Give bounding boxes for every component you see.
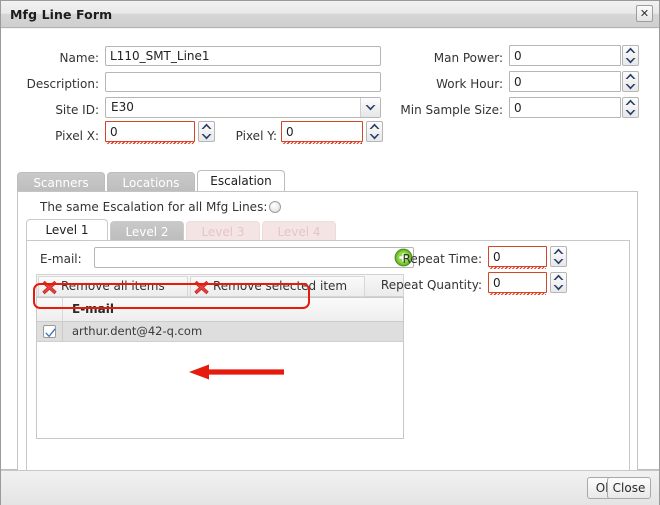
same-escalation-label: The same Escalation for all Mfg Lines: <box>40 200 268 214</box>
remove-all-items-label: Remove all items <box>61 279 165 293</box>
repeat-quantity-input[interactable] <box>488 272 547 293</box>
min-sample-size-input[interactable] <box>509 97 621 118</box>
repeat-time-label: Repeat Time: <box>402 252 482 266</box>
email-grid-header-check-cell <box>37 298 63 321</box>
site-id-select[interactable]: E30 <box>105 97 381 118</box>
tab-scanners-label: Scanners <box>33 176 89 190</box>
tab-level-4-label: Level 4 <box>277 225 321 239</box>
repeat-time-spin-buttons[interactable] <box>550 246 567 267</box>
man-power-increment-button[interactable] <box>623 46 638 55</box>
pixel-y-spin-buttons[interactable] <box>366 121 383 142</box>
close-button[interactable]: Close <box>607 477 651 499</box>
repeat-time-increment-button[interactable] <box>551 247 566 256</box>
table-row[interactable]: arthur.dent@42-q.com <box>37 322 403 342</box>
repeat-quantity-increment-button[interactable] <box>551 273 566 282</box>
close-icon[interactable]: ✕ <box>636 5 653 22</box>
repeat-quantity-spin-buttons[interactable] <box>550 272 567 293</box>
tab-locations-label: Locations <box>122 176 180 190</box>
work-hour-input[interactable] <box>509 71 621 92</box>
repeat-time-input[interactable] <box>488 246 547 267</box>
table-row-check-cell <box>37 322 63 341</box>
remove-selected-item-label: Remove selected item <box>213 279 348 293</box>
tab-level-2-label: Level 2 <box>125 225 169 239</box>
tab-locations[interactable]: Locations <box>107 172 195 192</box>
man-power-input[interactable] <box>509 45 621 66</box>
dialog-footer: Ok Close <box>1 470 659 505</box>
tab-scanners[interactable]: Scanners <box>17 172 105 192</box>
tab-level-1-label: Level 1 <box>45 223 89 237</box>
work-hour-spin-buttons[interactable] <box>622 71 639 92</box>
name-input[interactable] <box>105 46 381 66</box>
pixel-x-input[interactable] <box>105 121 195 142</box>
tab-level-3-label: Level 3 <box>201 225 245 239</box>
tab-level-1[interactable]: Level 1 <box>26 219 108 241</box>
man-power-spin-buttons[interactable] <box>622 45 639 66</box>
min-sample-size-spin-buttons[interactable] <box>622 97 639 118</box>
min-sample-size-increment-button[interactable] <box>623 98 638 107</box>
email-grid-header: E-mail <box>37 298 403 322</box>
tab-level-3: Level 3 <box>186 221 260 241</box>
pixel-x-label: Pixel X: <box>55 129 99 143</box>
table-row-email: arthur.dent@42-q.com <box>72 324 203 338</box>
email-grid-column-email: E-mail <box>72 302 115 316</box>
description-label: Description: <box>26 77 99 91</box>
tab-escalation[interactable]: Escalation <box>197 170 285 192</box>
description-input[interactable] <box>105 72 381 92</box>
tab-level-4: Level 4 <box>262 221 336 241</box>
mfg-line-form-window: Mfg Line Form ✕ Name: Description: Site … <box>0 0 660 505</box>
min-sample-size-decrement-button[interactable] <box>623 108 638 117</box>
work-hour-increment-button[interactable] <box>623 72 638 81</box>
annotation-arrow-email-row <box>189 363 285 384</box>
form-content: Name: Description: Site ID: E30 Pixel X: <box>1 29 659 479</box>
site-id-value: E30 <box>111 100 134 114</box>
window-title: Mfg Line Form <box>10 7 113 22</box>
man-power-label: Man Power: <box>433 51 503 65</box>
title-bar: Mfg Line Form ✕ <box>1 1 659 28</box>
min-sample-size-label: Min Sample Size: <box>400 103 503 117</box>
same-escalation-radio[interactable] <box>269 201 281 213</box>
escalation-panel: The same Escalation for all Mfg Lines: L… <box>17 191 638 479</box>
remove-selected-item-button[interactable]: Remove selected item <box>190 276 365 297</box>
pixel-y-input[interactable] <box>281 121 363 142</box>
work-hour-label: Work Hour: <box>436 77 503 91</box>
repeat-quantity-decrement-button[interactable] <box>551 283 566 292</box>
level-1-panel: E-mail: Remove all items Remove selected… <box>26 240 630 472</box>
work-hour-decrement-button[interactable] <box>623 82 638 91</box>
man-power-decrement-button[interactable] <box>623 56 638 65</box>
repeat-time-decrement-button[interactable] <box>551 257 566 266</box>
pixel-y-label: Pixel Y: <box>235 129 277 143</box>
remove-all-items-button[interactable]: Remove all items <box>38 276 188 297</box>
name-label: Name: <box>59 51 99 65</box>
tab-level-2[interactable]: Level 2 <box>110 221 184 241</box>
site-id-label: Site ID: <box>55 103 99 117</box>
pixel-y-increment-button[interactable] <box>367 122 382 131</box>
level-tabstrip: Level 1 Level 2 Level 3 Level 4 <box>26 219 626 241</box>
email-label: E-mail: <box>40 252 82 266</box>
close-button-label: Close <box>612 481 646 495</box>
chevron-down-icon[interactable] <box>360 98 380 117</box>
row-checkbox[interactable] <box>43 325 56 338</box>
main-tabstrip: Scanners Locations Escalation <box>17 170 643 192</box>
repeat-quantity-label: Repeat Quantity: <box>380 278 482 292</box>
pixel-y-decrement-button[interactable] <box>367 132 382 141</box>
tab-escalation-label: Escalation <box>210 174 272 188</box>
